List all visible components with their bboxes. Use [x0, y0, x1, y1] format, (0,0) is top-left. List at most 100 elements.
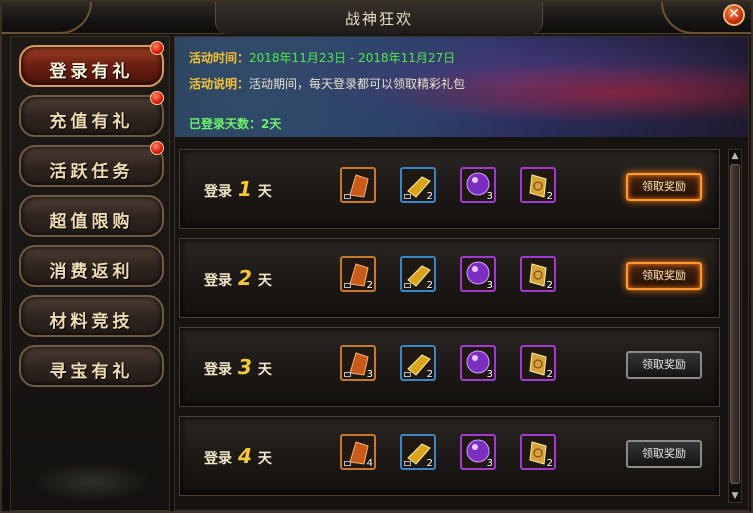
event-time-value: 2018年11月23日 - 2018年11月27日 — [249, 51, 456, 65]
sidebar-item-label: 消费返利 — [49, 262, 134, 282]
reward-row: 登录 1 天 2 3 2 领取奖励 — [179, 149, 720, 229]
reward-slot[interactable]: 2 — [400, 434, 436, 470]
reward-slot[interactable]: 3 — [460, 167, 496, 203]
bind-lock-icon — [404, 283, 411, 288]
sidebar-item-material-contest[interactable]: 材料竞技 — [19, 295, 164, 337]
close-button[interactable]: ✕ — [723, 4, 745, 26]
item-count: 3 — [366, 369, 373, 380]
item-count: 2 — [546, 280, 553, 291]
item-count: 2 — [426, 369, 433, 380]
day-label: 登录 3 天 — [204, 355, 272, 379]
bind-lock-icon — [344, 194, 351, 199]
item-count: 3 — [486, 280, 493, 291]
day-suffix: 天 — [257, 184, 272, 200]
day-label: 登录 2 天 — [204, 266, 272, 290]
reward-slot[interactable]: 2 — [400, 256, 436, 292]
bind-lock-icon — [404, 372, 411, 377]
reward-list: 登录 1 天 2 3 2 领取奖励 登录 2 天 2 2 3 2 领取奖励 登录… — [175, 141, 748, 510]
day-suffix: 天 — [257, 273, 272, 289]
event-desc-line: 活动说明：活动期间，每天登录都可以领取精彩礼包 — [189, 75, 465, 92]
login-days-line: 已登录天数：2天 — [189, 115, 281, 132]
reward-slot[interactable]: 2 — [340, 256, 376, 292]
reward-row: 登录 2 天 2 2 3 2 领取奖励 — [179, 238, 720, 318]
bind-lock-icon — [344, 461, 351, 466]
day-number: 2 — [238, 266, 252, 290]
reward-slot[interactable]: 2 — [520, 345, 556, 381]
reward-row: 登录 4 天 4 2 3 2 领取奖励 — [179, 416, 720, 496]
item-count: 4 — [366, 458, 373, 469]
item-count: 2 — [426, 191, 433, 202]
sidebar-item-limited-purchase[interactable]: 超值限购 — [19, 195, 164, 237]
item-count: 3 — [486, 369, 493, 380]
title-ornament-left — [2, 2, 92, 34]
item-count: 2 — [546, 458, 553, 469]
bind-lock-icon — [404, 194, 411, 199]
bind-lock-icon — [344, 283, 351, 288]
reward-slot[interactable]: 2 — [520, 256, 556, 292]
bind-lock-icon — [404, 461, 411, 466]
reward-slot[interactable]: 2 — [520, 167, 556, 203]
sidebar-item-spend-rebate[interactable]: 消费返利 — [19, 245, 164, 287]
login-days-value: 2天 — [261, 117, 282, 131]
sidebar-item-label: 材料竞技 — [49, 312, 134, 332]
item-count: 2 — [366, 280, 373, 291]
notification-dot-icon — [150, 41, 164, 55]
day-prefix: 登录 — [204, 451, 232, 467]
reward-slot[interactable]: 3 — [460, 256, 496, 292]
reward-slot[interactable]: 2 — [400, 345, 436, 381]
scroll-down-icon[interactable]: ▼ — [729, 490, 741, 502]
claim-reward-button[interactable]: 领取奖励 — [626, 262, 702, 290]
day-label: 登录 1 天 — [204, 177, 272, 201]
event-desc-value: 活动期间，每天登录都可以领取精彩礼包 — [249, 77, 466, 91]
title-bar: 战神狂欢 ✕ — [2, 2, 751, 34]
day-suffix: 天 — [257, 451, 272, 467]
sidebar-item-label: 登录有礼 — [49, 62, 134, 82]
day-label: 登录 4 天 — [204, 444, 272, 468]
sidebar-item-label: 充值有礼 — [49, 112, 134, 132]
item-count: 3 — [486, 458, 493, 469]
claim-reward-button[interactable]: 领取奖励 — [626, 173, 702, 201]
title-plate: 战神狂欢 — [215, 2, 543, 34]
reward-slot[interactable]: 3 — [460, 434, 496, 470]
day-number: 1 — [238, 177, 252, 201]
window-title: 战神狂欢 — [344, 10, 413, 28]
notification-dot-icon — [150, 91, 164, 105]
item-count: 3 — [486, 191, 493, 202]
claim-reward-button[interactable]: 领取奖励 — [626, 351, 702, 379]
event-desc-key: 活动说明： — [189, 77, 250, 91]
main-panel: 活动时间：2018年11月23日 - 2018年11月27日 活动说明：活动期间… — [174, 36, 749, 511]
sidebar-item-treasure-gift[interactable]: 寻宝有礼 — [19, 345, 164, 387]
sidebar-item-active-tasks[interactable]: 活跃任务 — [19, 141, 164, 187]
sidebar-item-login-gift[interactable]: 登录有礼 — [19, 41, 164, 87]
claim-reward-button[interactable]: 领取奖励 — [626, 440, 702, 468]
list-scrollbar[interactable]: ▲ ▼ — [728, 149, 742, 503]
scroll-thumb[interactable] — [730, 164, 740, 484]
item-count: 2 — [426, 458, 433, 469]
sidebar: 登录有礼 充值有礼 活跃任务 超值限购 消费返利 材料竞技 寻宝有礼 — [10, 36, 170, 511]
day-number: 4 — [238, 444, 252, 468]
event-banner: 活动时间：2018年11月23日 - 2018年11月27日 活动说明：活动期间… — [175, 37, 748, 137]
day-prefix: 登录 — [204, 273, 232, 289]
event-time-line: 活动时间：2018年11月23日 - 2018年11月27日 — [189, 49, 455, 66]
reward-slot[interactable]: 2 — [400, 167, 436, 203]
reward-slot[interactable]: 4 — [340, 434, 376, 470]
sidebar-item-label: 超值限购 — [49, 212, 134, 232]
day-prefix: 登录 — [204, 184, 232, 200]
item-count: 2 — [426, 280, 433, 291]
sidebar-item-recharge-gift[interactable]: 充值有礼 — [19, 91, 164, 137]
login-days-key: 已登录天数： — [189, 117, 262, 131]
day-number: 3 — [238, 355, 252, 379]
day-prefix: 登录 — [204, 362, 232, 378]
reward-row: 登录 3 天 3 2 3 2 领取奖励 — [179, 327, 720, 407]
sidebar-glow — [31, 462, 151, 502]
reward-slot[interactable] — [340, 167, 376, 203]
scroll-up-icon[interactable]: ▲ — [729, 150, 741, 162]
sidebar-item-label: 活跃任务 — [49, 162, 134, 182]
sidebar-item-label: 寻宝有礼 — [49, 362, 134, 382]
close-icon: ✕ — [728, 6, 740, 22]
reward-slot[interactable]: 2 — [520, 434, 556, 470]
event-window: 战神狂欢 ✕ 登录有礼 充值有礼 活跃任务 超值限购 消费返利 材料竞技 寻宝有… — [0, 0, 753, 513]
reward-slot[interactable]: 3 — [340, 345, 376, 381]
notification-dot-icon — [150, 141, 164, 155]
reward-slot[interactable]: 3 — [460, 345, 496, 381]
